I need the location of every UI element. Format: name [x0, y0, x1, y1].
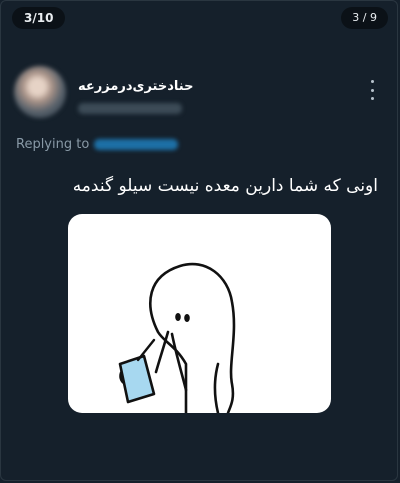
cup-straw	[136, 338, 156, 362]
tweet-media-image[interactable]	[68, 214, 331, 413]
replying-to-label: Replying to	[16, 137, 90, 152]
tweet-text: اونی که شما دارین معده نیست سیلو گندمه	[72, 176, 378, 196]
dot	[370, 80, 374, 83]
image-counter-badge: 3/10	[12, 7, 66, 29]
dot	[370, 88, 374, 92]
mention-link[interactable]	[94, 139, 178, 150]
right-eye	[184, 314, 190, 322]
dot	[370, 97, 374, 100]
display-name[interactable]: حنا‌دختری‌درمزرعه	[78, 79, 193, 94]
page-counter-badge: 3 / 9	[341, 7, 388, 29]
cup	[118, 354, 156, 404]
vertical-ellipsis-icon[interactable]	[366, 80, 378, 100]
blob-drinking-illustration	[118, 262, 236, 413]
avatar[interactable]	[14, 66, 66, 118]
left-eye	[175, 313, 181, 321]
username-handle[interactable]	[78, 103, 182, 114]
